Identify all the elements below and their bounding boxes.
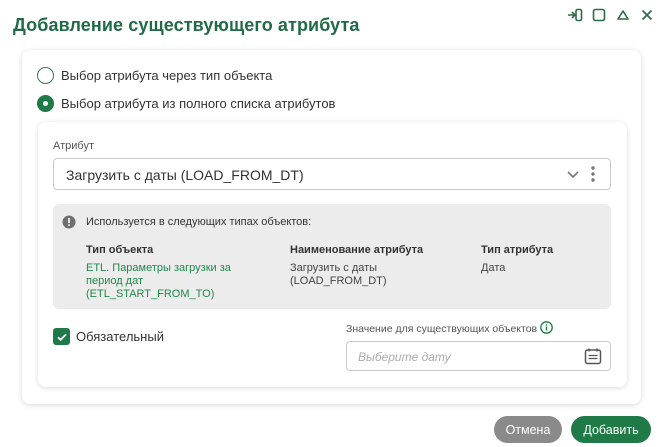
existing-value-label-text: Значение для существующих объектов <box>346 323 538 335</box>
column-header-object-type: Тип объекта <box>86 244 154 256</box>
window-controls <box>567 7 655 23</box>
object-type-line: (ETL_START_FROM_TO) <box>86 288 215 300</box>
column-header-attribute-name: Наименование атрибута <box>290 244 424 256</box>
kebab-menu-icon[interactable] <box>586 165 600 183</box>
collapse-icon[interactable] <box>615 7 631 23</box>
object-type-line: ETL. Параметры загрузки за <box>86 262 231 274</box>
dock-icon[interactable] <box>567 7 583 23</box>
checkbox-checked-icon <box>53 328 70 345</box>
chevron-down-icon[interactable] <box>566 167 580 181</box>
attribute-name-line: Загрузить с даты <box>290 262 378 274</box>
dialog-title: Добавление существующего атрибута <box>13 15 360 35</box>
add-button[interactable]: Добавить <box>571 416 651 443</box>
attribute-type-cell: Дата <box>481 262 506 274</box>
attribute-label: Атрибут <box>53 140 94 152</box>
object-type-link[interactable]: ETL. Параметры загрузки за период дат (E… <box>86 262 231 301</box>
column-header-attribute-type: Тип атрибута <box>481 244 554 256</box>
existing-value-label: Значение для существующих объектов <box>346 321 553 337</box>
radio-full-list[interactable]: Выбор атрибута из полного списка атрибут… <box>37 95 335 112</box>
object-type-line: период дат <box>86 275 144 287</box>
usage-header: Используется в следующих типах объектов: <box>86 216 312 228</box>
required-checkbox[interactable]: Обязательный <box>53 328 164 345</box>
radio-label: Выбор атрибута из полного списка атрибут… <box>61 96 336 111</box>
info-icon[interactable] <box>540 321 553 337</box>
radio-unchecked-icon <box>37 67 54 84</box>
alert-circle-icon <box>62 215 76 234</box>
maximize-icon[interactable] <box>591 7 607 23</box>
close-icon[interactable] <box>639 7 655 23</box>
date-placeholder: Выберите дату <box>358 350 451 364</box>
usage-info-box: Используется в следующих типах объектов:… <box>53 204 611 309</box>
radio-label: Выбор атрибута через тип объекта <box>61 68 273 83</box>
radio-checked-icon <box>37 95 54 112</box>
date-input[interactable]: Выберите дату <box>346 341 611 371</box>
attribute-name-line: (LOAD_FROM_DT) <box>290 275 387 287</box>
attribute-select-value: Загрузить с даты (LOAD_FROM_DT) <box>66 167 304 183</box>
attribute-name-cell: Загрузить с даты (LOAD_FROM_DT) <box>290 262 387 288</box>
required-label: Обязательный <box>76 329 164 344</box>
cancel-button[interactable]: Отмена <box>494 416 562 443</box>
radio-by-object-type[interactable]: Выбор атрибута через тип объекта <box>37 67 272 84</box>
attribute-select[interactable]: Загрузить с даты (LOAD_FROM_DT) <box>53 158 611 190</box>
calendar-icon[interactable] <box>584 347 602 370</box>
